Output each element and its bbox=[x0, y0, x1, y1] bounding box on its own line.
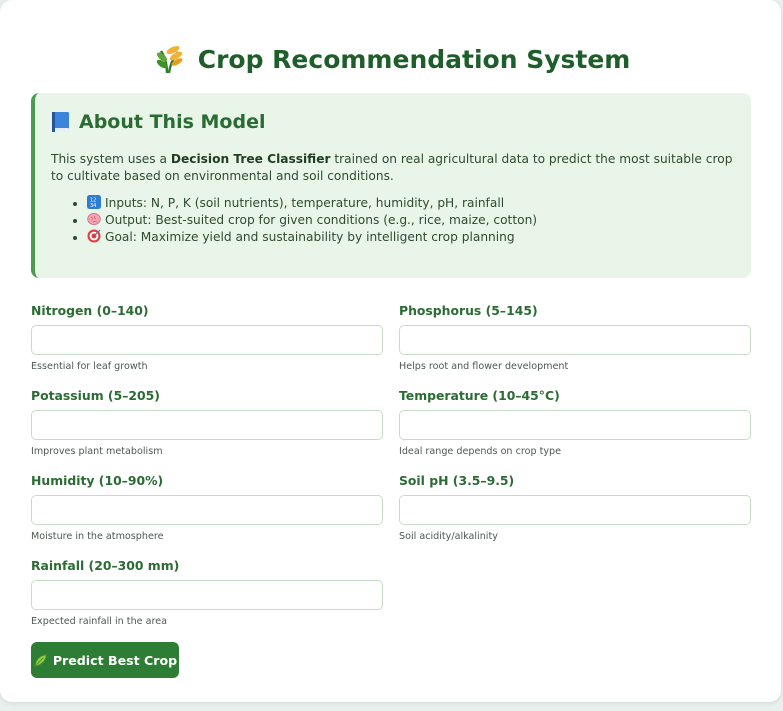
crop-wheat-icon bbox=[156, 45, 182, 74]
field-hint: Helps root and flower development bbox=[399, 361, 569, 372]
field-hint: Soil acidity/alkalinity bbox=[399, 531, 498, 542]
soil-ph-field: Soil pH (3.5–9.5) Soil acidity/alkalinit… bbox=[399, 473, 751, 542]
brain-icon bbox=[87, 213, 101, 225]
field-hint: Expected rainfall in the area bbox=[31, 616, 167, 627]
list-item: 12 34 Inputs: N, P, K (soil nutrients), … bbox=[87, 195, 735, 212]
page-title: Crop Recommendation System bbox=[197, 44, 631, 74]
field-label: Potassium (5–205) bbox=[31, 388, 160, 403]
temperature-field: Temperature (10–45°C) Ideal range depend… bbox=[399, 388, 751, 457]
humidity-field: Humidity (10–90%) Moisture in the atmosp… bbox=[31, 473, 383, 542]
field-label: Phosphorus (5–145) bbox=[399, 303, 538, 318]
rainfall-field: Rainfall (20–300 mm) Expected rainfall i… bbox=[31, 558, 383, 627]
temperature-input[interactable] bbox=[399, 410, 751, 440]
field-hint: Moisture in the atmosphere bbox=[31, 531, 164, 542]
rainfall-input[interactable] bbox=[31, 580, 383, 610]
predict-button[interactable]: Predict Best Crop bbox=[31, 642, 179, 678]
field-label: Nitrogen (0–140) bbox=[31, 303, 149, 318]
numbers-icon: 12 34 bbox=[87, 195, 101, 209]
field-label: Rainfall (20–300 mm) bbox=[31, 558, 180, 573]
about-title: About This Model bbox=[79, 111, 266, 133]
about-list: 12 34 Inputs: N, P, K (soil nutrients), … bbox=[51, 195, 735, 246]
svg-text:34: 34 bbox=[90, 203, 96, 209]
list-item: Goal: Maximize yield and sustainability … bbox=[87, 229, 735, 246]
field-label: Humidity (10–90%) bbox=[31, 473, 164, 488]
field-hint: Improves plant metabolism bbox=[31, 446, 163, 457]
page-header: Crop Recommendation System bbox=[0, 43, 783, 79]
list-item: Output: Best-suited crop for given condi… bbox=[87, 212, 735, 229]
book-icon bbox=[52, 112, 69, 132]
humidity-input[interactable] bbox=[31, 495, 383, 525]
target-icon bbox=[87, 229, 101, 243]
leaf-icon bbox=[34, 653, 47, 667]
nitrogen-field: Nitrogen (0–140) Essential for leaf grow… bbox=[31, 303, 383, 372]
field-hint: Essential for leaf growth bbox=[31, 361, 148, 372]
model-name: Decision Tree Classifier bbox=[170, 152, 331, 166]
phosphorus-field: Phosphorus (5–145) Helps root and flower… bbox=[399, 303, 751, 372]
about-header: About This Model bbox=[51, 111, 735, 133]
predict-button-label: Predict Best Crop bbox=[52, 652, 178, 668]
main-card: Crop Recommendation System About This Mo… bbox=[0, 0, 781, 702]
potassium-field: Potassium (5–205) Improves plant metabol… bbox=[31, 388, 383, 457]
field-hint: Ideal range depends on crop type bbox=[399, 446, 562, 457]
potassium-input[interactable] bbox=[31, 410, 383, 440]
soil-ph-input[interactable] bbox=[399, 495, 751, 525]
nitrogen-input[interactable] bbox=[31, 325, 383, 355]
about-panel: About This Model This system uses a Deci… bbox=[31, 93, 751, 278]
about-description: This system uses a Decision Tree Classif… bbox=[51, 152, 733, 183]
phosphorus-input[interactable] bbox=[399, 325, 751, 355]
field-label: Soil pH (3.5–9.5) bbox=[399, 473, 515, 488]
field-label: Temperature (10–45°C) bbox=[399, 388, 560, 403]
